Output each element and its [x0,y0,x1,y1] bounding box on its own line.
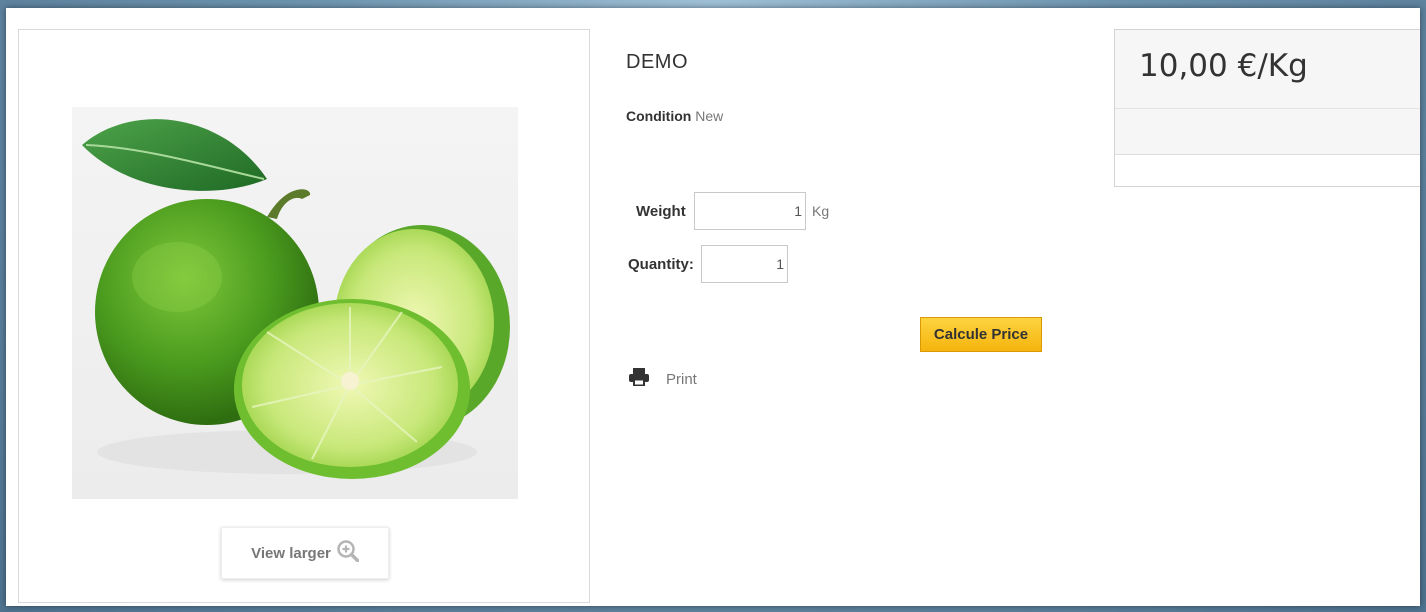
condition-value: New [695,108,724,124]
price-box: 10,00 €/Kg [1114,29,1420,187]
condition-label: Condition [626,108,692,124]
weight-unit: Kg [812,203,830,219]
weight-input[interactable] [694,192,806,230]
product-title: DEMO [626,51,688,73]
zoom-in-icon [337,540,360,566]
quantity-label: Quantity: [628,256,694,273]
view-larger-button[interactable]: View larger [221,527,389,579]
product-image-container: View larger [18,29,590,603]
price-box-row [1115,109,1420,155]
weight-label: Weight [636,203,686,220]
print-link[interactable]: Print [628,367,697,392]
printer-icon [628,367,650,392]
product-panel: View larger DEMO Condition New Weight Kg… [6,8,1420,606]
quantity-input[interactable] [701,245,788,283]
view-larger-label: View larger [251,544,331,562]
product-price: 10,00 €/Kg [1139,48,1308,84]
product-condition: Condition New [626,108,723,124]
calculate-price-button[interactable]: Calcule Price [920,317,1042,352]
print-label: Print [666,370,697,388]
product-image[interactable] [72,107,518,499]
lime-illustration [82,119,510,479]
